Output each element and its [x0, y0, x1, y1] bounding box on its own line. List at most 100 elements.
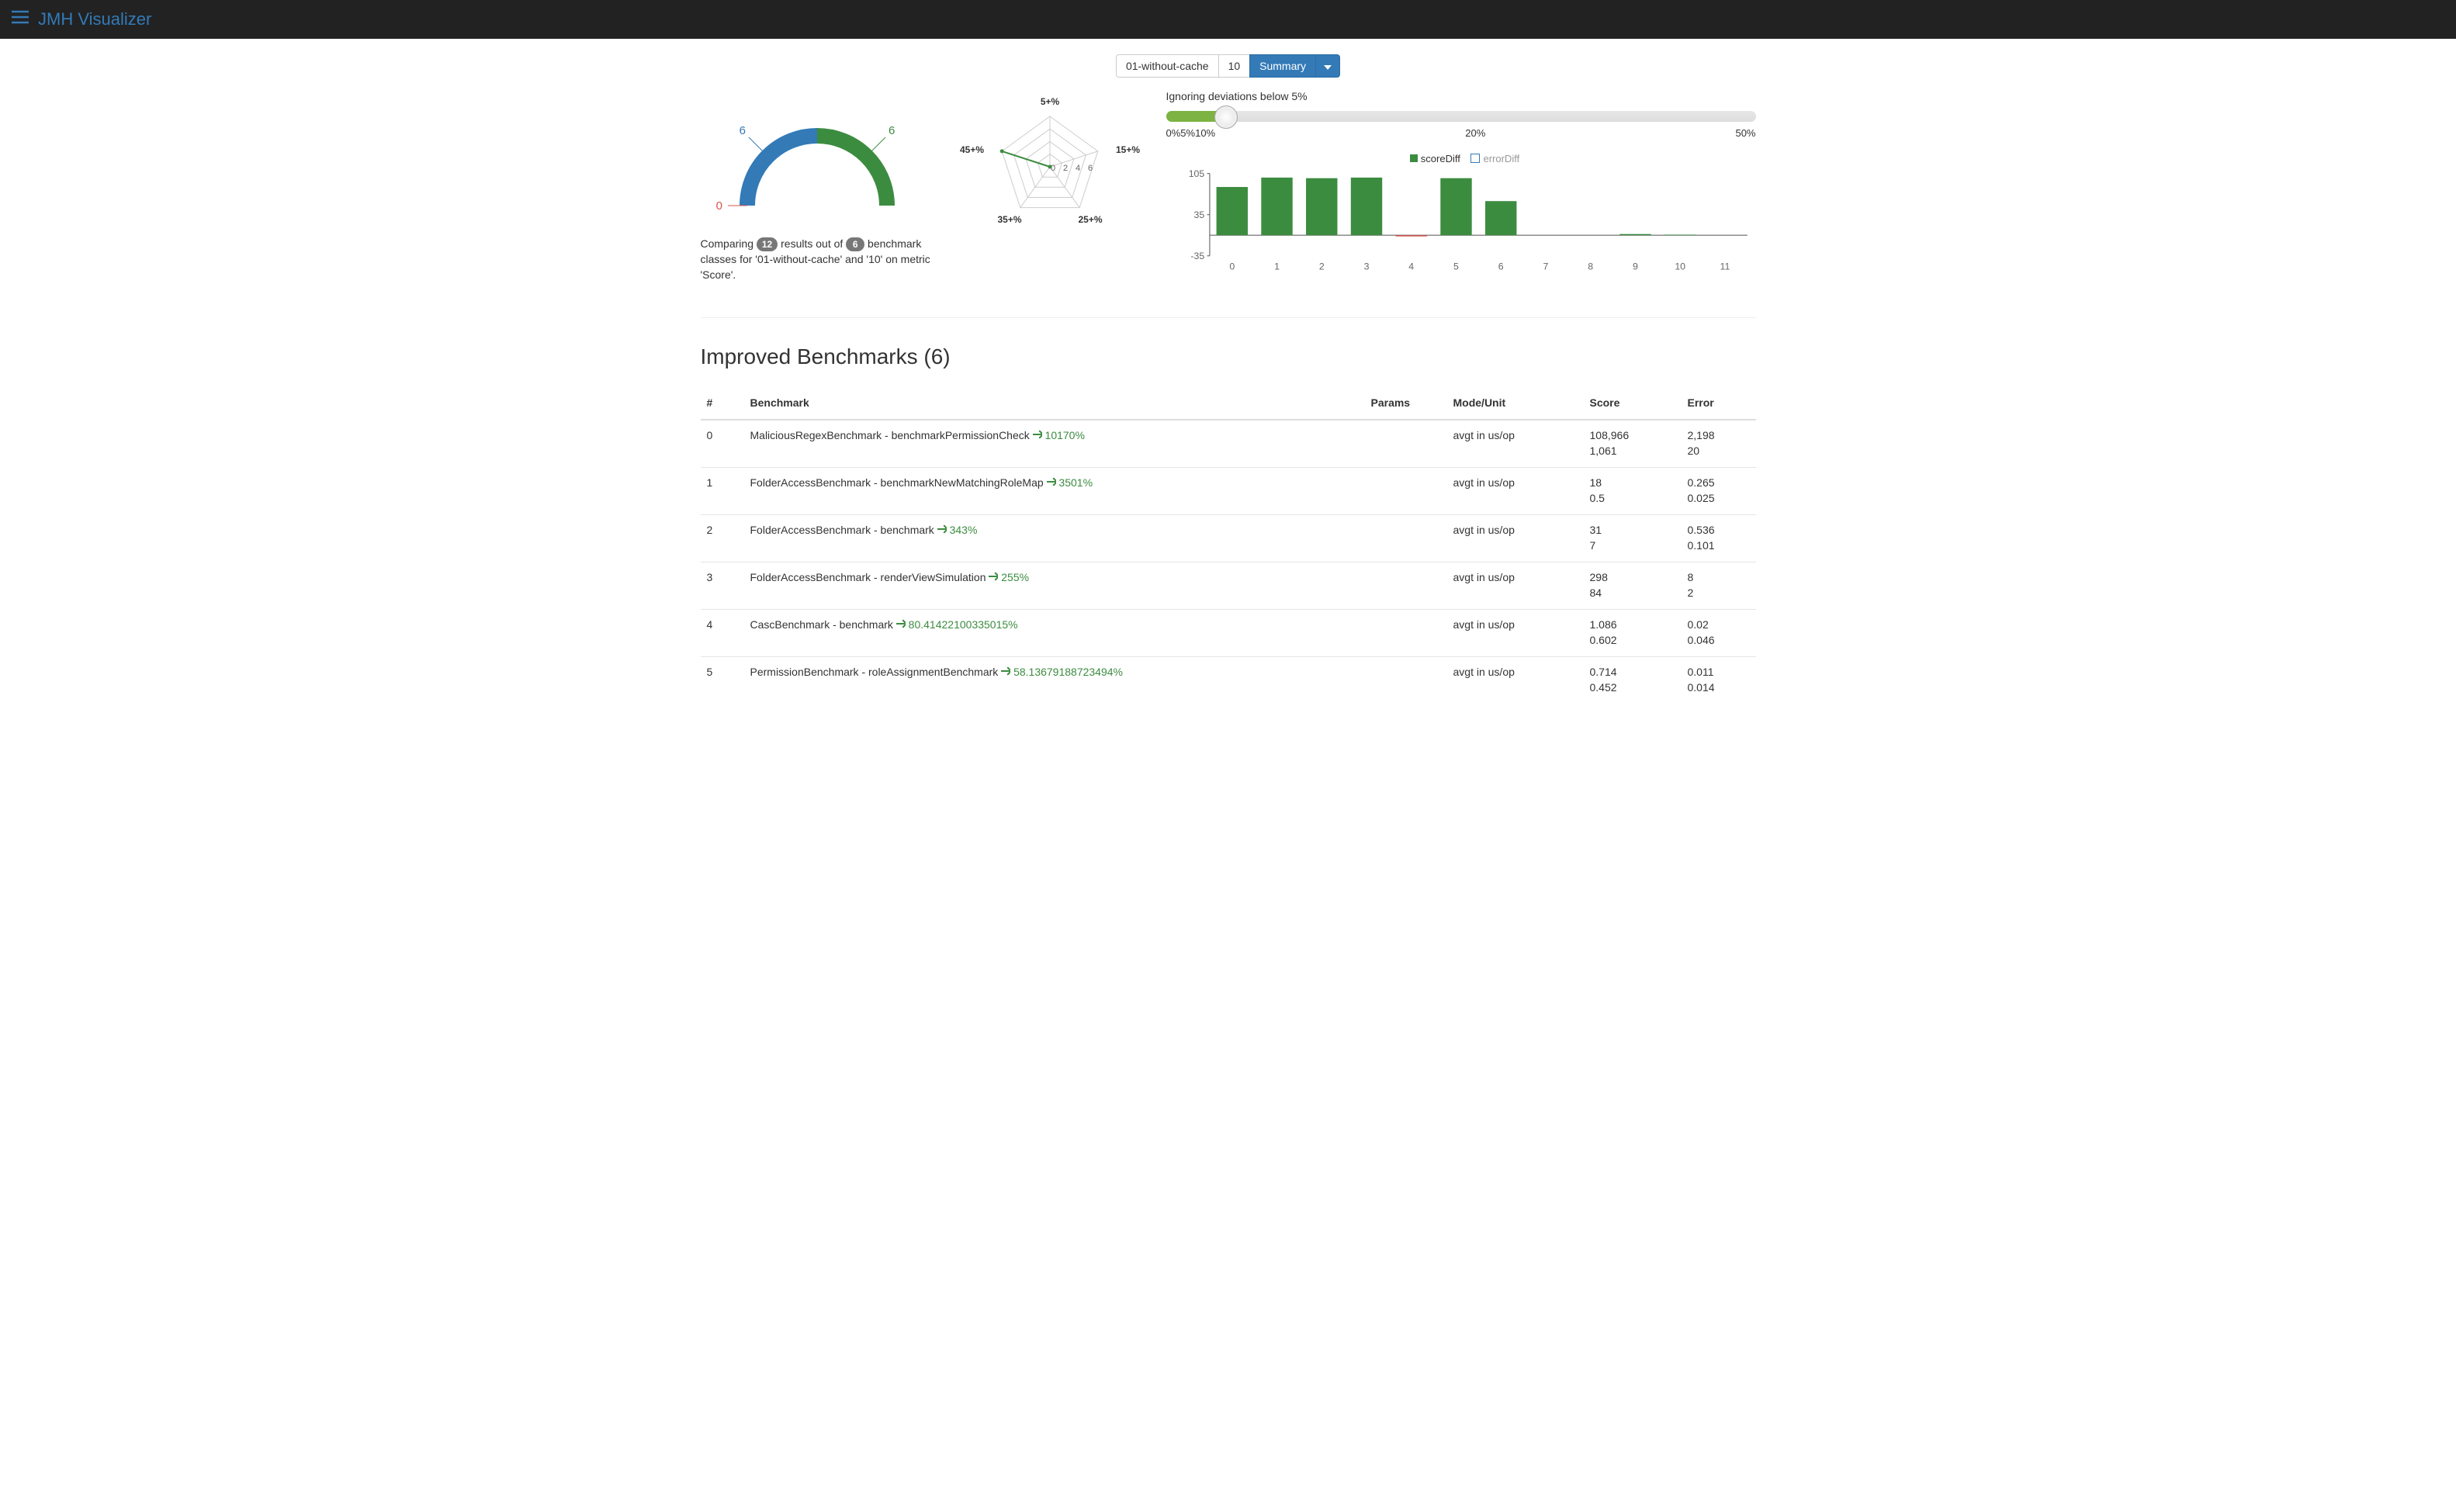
svg-text:6: 6 — [1087, 164, 1092, 173]
bar-legend: scoreDiff errorDiff — [1166, 152, 1756, 167]
arrow-up-icon — [896, 618, 906, 633]
svg-text:8: 8 — [1588, 261, 1593, 272]
row-score: 1.086 0.602 — [1584, 609, 1682, 656]
improved-table: # Benchmark Params Mode/Unit Score Error… — [701, 388, 1756, 704]
gauge-right-label: 6 — [889, 124, 895, 137]
row-mode: avgt in us/op — [1447, 514, 1584, 562]
svg-text:0: 0 — [1050, 164, 1055, 173]
row-bench: CascBenchmark - benchmark 80.41422100335… — [744, 609, 1365, 656]
table-row[interactable]: 3FolderAccessBenchmark - renderViewSimul… — [701, 562, 1756, 609]
row-error: 0.011 0.014 — [1682, 656, 1756, 703]
legend-swatch-b — [1470, 154, 1480, 163]
row-params — [1365, 562, 1447, 609]
col-params[interactable]: Params — [1365, 388, 1447, 420]
svg-text:5: 5 — [1453, 261, 1459, 272]
row-mode: avgt in us/op — [1447, 656, 1584, 703]
row-bench: FolderAccessBenchmark - renderViewSimula… — [744, 562, 1365, 609]
row-bench: FolderAccessBenchmark - benchmarkNewMatc… — [744, 467, 1365, 514]
app-title[interactable]: JMH Visualizer — [38, 7, 151, 31]
svg-text:4: 4 — [1408, 261, 1414, 272]
col-bench[interactable]: Benchmark — [744, 388, 1365, 420]
row-idx: 4 — [701, 609, 744, 656]
row-mode: avgt in us/op — [1447, 467, 1584, 514]
col-score[interactable]: Score — [1584, 388, 1682, 420]
row-mode: avgt in us/op — [1447, 609, 1584, 656]
summary-button[interactable]: Summary — [1249, 54, 1316, 78]
menu-icon[interactable] — [12, 10, 29, 29]
svg-text:7: 7 — [1543, 261, 1548, 272]
row-idx: 2 — [701, 514, 744, 562]
svg-text:1: 1 — [1274, 261, 1280, 272]
svg-text:4: 4 — [1075, 164, 1079, 173]
run-a-button[interactable]: 01-without-cache — [1116, 54, 1219, 78]
svg-text:45+%: 45+% — [959, 144, 983, 155]
svg-text:6: 6 — [1498, 261, 1503, 272]
run-selector: 01-without-cache 10 Summary — [701, 54, 1756, 78]
row-idx: 1 — [701, 467, 744, 514]
svg-text:5+%: 5+% — [1040, 96, 1059, 107]
row-error: 0.536 0.101 — [1682, 514, 1756, 562]
svg-text:15+%: 15+% — [1116, 144, 1140, 155]
table-row[interactable]: 4CascBenchmark - benchmark 80.4142210033… — [701, 609, 1756, 656]
row-score: 108,966 1,061 — [1584, 420, 1682, 467]
gauge-zero: 0 — [715, 199, 722, 213]
chevron-down-icon — [1324, 60, 1332, 72]
row-score: 0.714 0.452 — [1584, 656, 1682, 703]
navbar: JMH Visualizer — [0, 0, 2456, 39]
row-params — [1365, 467, 1447, 514]
row-params — [1365, 420, 1447, 467]
row-error: 2,198 20 — [1682, 420, 1756, 467]
compare-mid: results out of — [778, 237, 846, 250]
arrow-up-icon — [989, 570, 998, 586]
row-mode: avgt in us/op — [1447, 420, 1584, 467]
svg-text:0: 0 — [1229, 261, 1235, 272]
gauge-left-label: 6 — [739, 124, 745, 137]
row-error: 0.02 0.046 — [1682, 609, 1756, 656]
row-params — [1365, 609, 1447, 656]
row-bench: MaliciousRegexBenchmark - benchmarkPermi… — [744, 420, 1365, 467]
slider-label: Ignoring deviations below 5% — [1166, 89, 1756, 105]
section-title: Improved Benchmarks (6) — [701, 341, 1756, 372]
row-bench: PermissionBenchmark - roleAssignmentBenc… — [744, 656, 1365, 703]
radar-chart: 0 2 4 6 5+% 15+% 25+% 35+% 45+% — [957, 89, 1143, 237]
arrow-up-icon — [1033, 428, 1042, 444]
row-error: 0.265 0.025 — [1682, 467, 1756, 514]
compare-text: Comparing 12 results out of 6 benchmark … — [701, 237, 934, 283]
slider-ticks: 0% 5% 10% 20% 50% — [1166, 126, 1756, 141]
table-row[interactable]: 0MaliciousRegexBenchmark - benchmarkPerm… — [701, 420, 1756, 467]
svg-text:2: 2 — [1062, 164, 1067, 173]
svg-text:25+%: 25+% — [1078, 214, 1102, 225]
table-row[interactable]: 2FolderAccessBenchmark - benchmark 343% a… — [701, 514, 1756, 562]
row-idx: 3 — [701, 562, 744, 609]
row-idx: 0 — [701, 420, 744, 467]
svg-text:3: 3 — [1363, 261, 1369, 272]
run-b-button[interactable]: 10 — [1218, 54, 1251, 78]
row-bench: FolderAccessBenchmark - benchmark 343% — [744, 514, 1365, 562]
svg-text:-35: -35 — [1190, 251, 1204, 261]
arrow-up-icon — [937, 523, 947, 538]
svg-text:35: 35 — [1193, 209, 1204, 220]
table-row[interactable]: 1FolderAccessBenchmark - benchmarkNewMat… — [701, 467, 1756, 514]
compare-classes: 6 — [846, 237, 864, 251]
gauge-chart: 0 6 6 — [701, 89, 934, 221]
diff-bar-chart: -353510501234567891011 — [1166, 169, 1756, 273]
deviation-slider[interactable]: Ignoring deviations below 5% 0% 5% 10% 2… — [1166, 89, 1756, 141]
row-score: 31 7 — [1584, 514, 1682, 562]
compare-pre: Comparing — [701, 237, 757, 250]
svg-text:9: 9 — [1633, 261, 1638, 272]
row-idx: 5 — [701, 656, 744, 703]
row-params — [1365, 656, 1447, 703]
table-row[interactable]: 5PermissionBenchmark - roleAssignmentBen… — [701, 656, 1756, 703]
row-error: 8 2 — [1682, 562, 1756, 609]
col-mode[interactable]: Mode/Unit — [1447, 388, 1584, 420]
summary-caret-button[interactable] — [1315, 54, 1340, 78]
slider-knob[interactable] — [1214, 106, 1238, 129]
row-mode: avgt in us/op — [1447, 562, 1584, 609]
col-err[interactable]: Error — [1682, 388, 1756, 420]
row-score: 298 84 — [1584, 562, 1682, 609]
arrow-up-icon — [1047, 476, 1056, 491]
col-idx[interactable]: # — [701, 388, 744, 420]
svg-text:2: 2 — [1318, 261, 1324, 272]
svg-text:35+%: 35+% — [997, 214, 1021, 225]
svg-text:10: 10 — [1675, 261, 1685, 272]
